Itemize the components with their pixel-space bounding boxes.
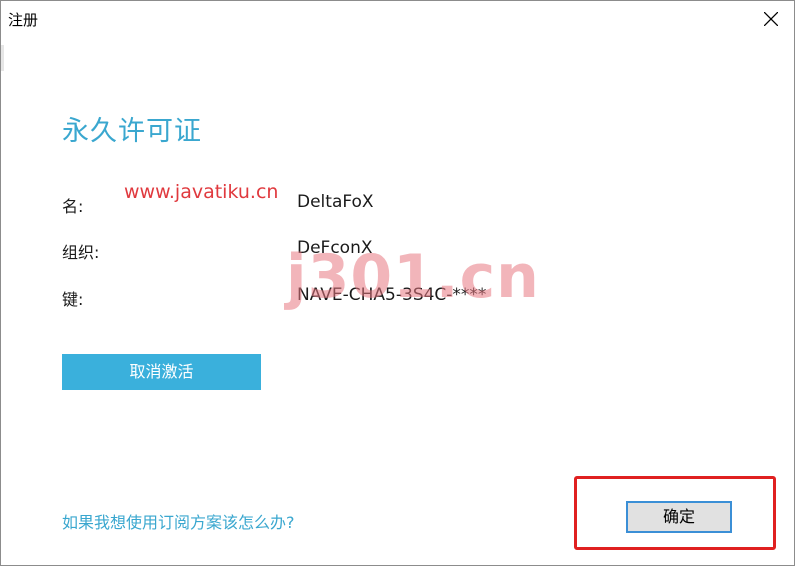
organization-label: 组织: <box>62 243 100 262</box>
close-icon <box>764 12 778 26</box>
name-label: 名: <box>62 197 84 216</box>
license-heading: 永久许可证 <box>62 116 202 147</box>
background-window-sliver <box>1 45 4 71</box>
registration-dialog: 注册 永久许可证 名: DeltaFoX 组织: DeFconX 键: NAVE… <box>0 0 795 566</box>
brand-watermark: j301.cn <box>286 242 540 312</box>
close-button[interactable] <box>748 1 794 37</box>
deactivate-button[interactable]: 取消激活 <box>62 354 261 390</box>
dialog-title: 注册 <box>8 11 39 29</box>
title-bar[interactable]: 注册 <box>1 1 794 37</box>
name-value: DeltaFoX <box>297 192 374 212</box>
key-label: 键: <box>62 290 84 309</box>
subscription-plan-link[interactable]: 如果我想使用订阅方案该怎么办? <box>62 509 295 533</box>
ok-button[interactable]: 确定 <box>626 501 732 533</box>
site-url-watermark: www.javatiku.cn <box>124 181 279 203</box>
